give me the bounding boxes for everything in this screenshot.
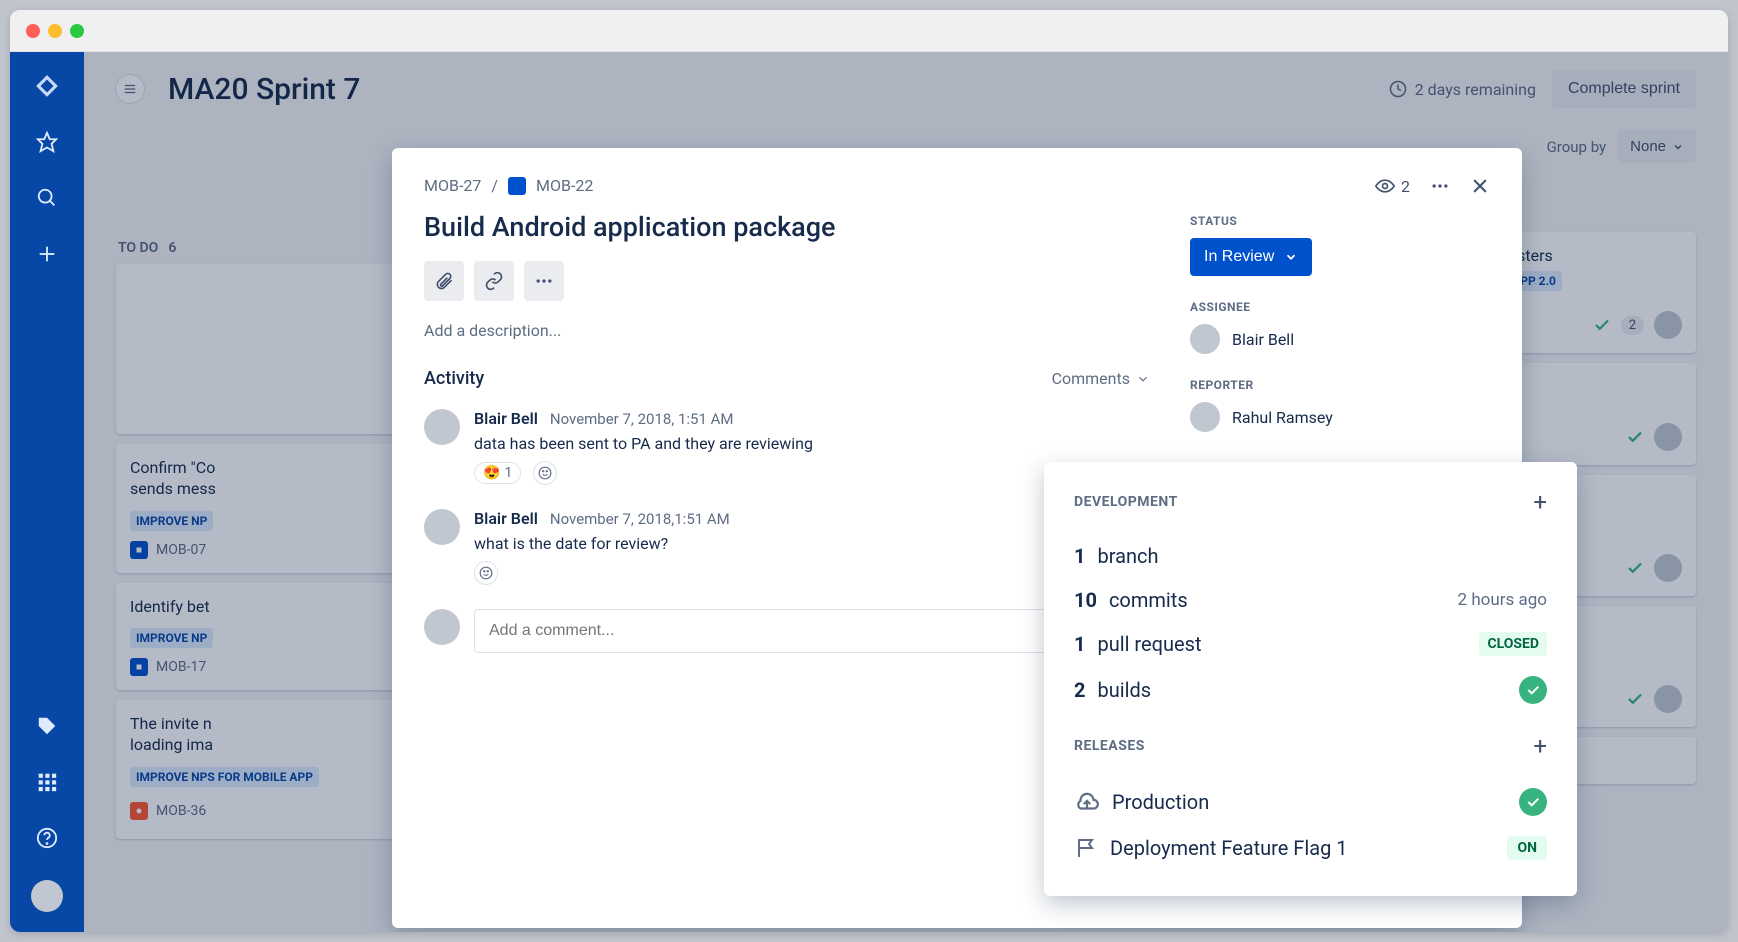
reporter-name: Rahul Ramsey	[1232, 408, 1333, 427]
comment-date: November 7, 2018,1:51 AM	[550, 510, 730, 528]
dev-label: commits	[1109, 588, 1188, 612]
development-panel: DEVELOPMENT + 1 branch 10 commits 2 hour…	[1044, 462, 1577, 896]
watch-count: 2	[1401, 177, 1410, 196]
dev-count: 2	[1074, 678, 1085, 702]
success-icon	[1519, 676, 1547, 704]
chevron-down-icon	[1284, 250, 1298, 264]
flag-icon	[1074, 836, 1098, 860]
attach-button[interactable]	[424, 261, 464, 301]
link-icon	[484, 271, 504, 291]
grid-icon[interactable]	[33, 768, 61, 796]
current-user-avatar[interactable]	[424, 609, 460, 645]
breadcrumb-child[interactable]: MOB-22	[536, 176, 593, 195]
paperclip-icon	[434, 271, 454, 291]
help-icon[interactable]	[33, 824, 61, 852]
tag-icon[interactable]	[33, 712, 61, 740]
dev-count: 10	[1074, 588, 1097, 612]
add-reaction-button[interactable]	[533, 461, 557, 485]
status-badge: CLOSED	[1479, 632, 1547, 656]
more-button[interactable]	[524, 261, 564, 301]
dev-label: builds	[1097, 678, 1151, 702]
dev-row-pr[interactable]: 1 pull request CLOSED	[1074, 622, 1547, 666]
development-heading: DEVELOPMENT	[1074, 494, 1178, 510]
success-icon	[1519, 788, 1547, 816]
add-release-button[interactable]: +	[1533, 732, 1547, 760]
comment-date: November 7, 2018, 1:51 AM	[550, 410, 734, 428]
cloud-upload-icon	[1074, 789, 1100, 815]
dev-label: branch	[1097, 544, 1158, 568]
release-label: Production	[1112, 790, 1209, 814]
dev-row-builds[interactable]: 2 builds	[1074, 666, 1547, 714]
chevron-down-icon	[1136, 372, 1150, 386]
reaction-emoji: 😍	[483, 465, 500, 481]
jira-logo-icon[interactable]	[33, 72, 61, 100]
breadcrumb-parent[interactable]: MOB-27	[424, 176, 481, 195]
breadcrumb: MOB-27 / MOB-22	[424, 176, 1150, 195]
comment-avatar[interactable]	[424, 409, 460, 445]
assignee-avatar	[1190, 324, 1220, 354]
dev-time: 2 hours ago	[1458, 590, 1547, 610]
reaction-pill[interactable]: 😍 1	[474, 462, 521, 484]
breadcrumb-sep: /	[491, 176, 498, 195]
dots-icon	[1430, 176, 1450, 196]
activity-filter-label: Comments	[1052, 369, 1130, 388]
status-dropdown[interactable]: In Review	[1190, 238, 1312, 276]
comment-text: data has been sent to PA and they are re…	[474, 434, 1150, 453]
close-dot[interactable]	[26, 24, 40, 38]
reaction-count: 1	[504, 465, 512, 481]
close-icon	[1470, 176, 1490, 196]
status-value: In Review	[1204, 248, 1274, 266]
dev-label: pull request	[1097, 632, 1201, 656]
task-icon	[508, 177, 526, 195]
comment: Blair Bell November 7, 2018, 1:51 AM dat…	[424, 409, 1150, 485]
release-row-production[interactable]: Production	[1074, 778, 1547, 826]
status-badge: ON	[1507, 836, 1547, 860]
minimize-dot[interactable]	[48, 24, 62, 38]
user-avatar[interactable]	[31, 880, 63, 912]
reporter-label: Reporter	[1190, 378, 1490, 392]
search-icon[interactable]	[33, 184, 61, 212]
assignee-field[interactable]: Blair Bell	[1190, 324, 1490, 354]
release-label: Deployment Feature Flag 1	[1110, 836, 1348, 860]
description-input[interactable]: Add a description...	[424, 321, 1150, 340]
activity-heading: Activity	[424, 368, 484, 389]
comment-author[interactable]: Blair Bell	[474, 409, 538, 428]
reporter-field[interactable]: Rahul Ramsey	[1190, 402, 1490, 432]
reporter-avatar	[1190, 402, 1220, 432]
assignee-label: Assignee	[1190, 300, 1490, 314]
release-row-flag[interactable]: Deployment Feature Flag 1 ON	[1074, 826, 1547, 870]
maximize-dot[interactable]	[70, 24, 84, 38]
watch-button[interactable]: 2	[1375, 176, 1410, 196]
dev-row-branch[interactable]: 1 branch	[1074, 534, 1547, 578]
close-button[interactable]	[1470, 176, 1490, 196]
plus-icon[interactable]	[33, 240, 61, 268]
dev-row-commits[interactable]: 10 commits 2 hours ago	[1074, 578, 1547, 622]
star-icon[interactable]	[33, 128, 61, 156]
nav-rail	[10, 52, 84, 932]
releases-heading: RELEASES	[1074, 738, 1145, 754]
dev-count: 1	[1074, 544, 1085, 568]
eye-icon	[1375, 176, 1395, 196]
add-development-button[interactable]: +	[1533, 488, 1547, 516]
status-label: Status	[1190, 214, 1490, 228]
activity-filter[interactable]: Comments	[1052, 369, 1150, 388]
smiley-icon	[538, 466, 552, 480]
comment: Blair Bell November 7, 2018,1:51 AM what…	[424, 509, 1150, 585]
smiley-icon	[479, 566, 493, 580]
add-reaction-button[interactable]	[474, 561, 498, 585]
link-button[interactable]	[474, 261, 514, 301]
window-titlebar	[10, 10, 1728, 52]
issue-title[interactable]: Build Android application package	[424, 211, 1150, 243]
more-icon[interactable]	[1430, 176, 1450, 196]
assignee-name: Blair Bell	[1232, 330, 1294, 349]
comment-avatar[interactable]	[424, 509, 460, 545]
comment-author[interactable]: Blair Bell	[474, 509, 538, 528]
dev-count: 1	[1074, 632, 1085, 656]
dots-icon	[534, 271, 554, 291]
